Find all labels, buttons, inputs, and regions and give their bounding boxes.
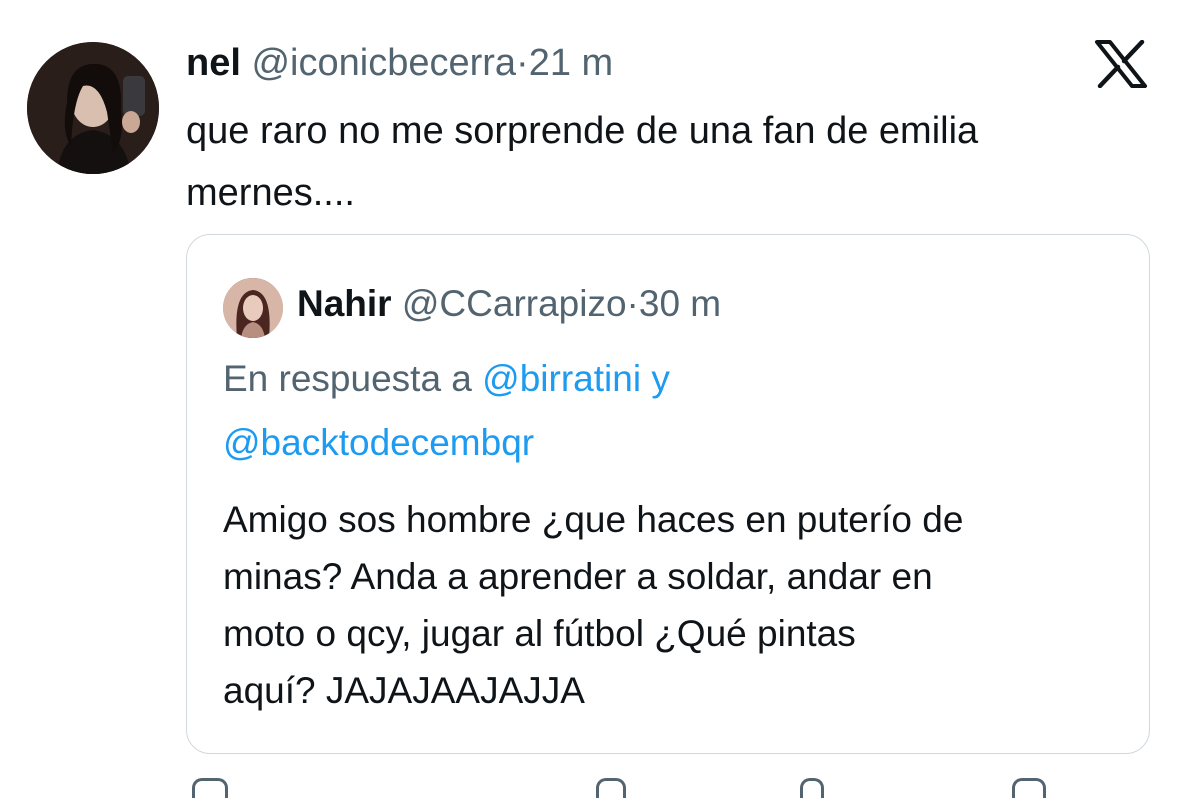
quoted-tweet-time[interactable]: 30 m: [639, 283, 721, 324]
quoted-author-handle[interactable]: @CCarrapizo: [402, 283, 627, 324]
quoted-text-line: Amigo sos hombre ¿que haces en puterío d…: [223, 499, 964, 540]
quoted-text-line: moto o qcy, jugar al fútbol ¿Qué pintas: [223, 613, 856, 654]
x-logo-icon[interactable]: [1094, 39, 1148, 89]
quoted-author-name[interactable]: Nahir: [297, 283, 392, 324]
reply-context: En respuesta a @birratini y @backtodecem…: [223, 347, 1123, 475]
quoted-text-line: aquí? JAJAJAAJAJJA: [223, 670, 585, 711]
reply-mention-link[interactable]: @backtodecembqr: [223, 422, 534, 463]
tweet-text-line: mernes....: [186, 172, 355, 214]
quoted-tweet-text: Amigo sos hombre ¿que haces en puterío d…: [223, 491, 1123, 719]
reply-mention-link[interactable]: @birratini: [482, 358, 641, 399]
share-icon[interactable]: [1012, 778, 1046, 798]
author-name[interactable]: nel: [186, 42, 241, 84]
quoted-text-line: minas? Anda a aprender a soldar, andar e…: [223, 556, 933, 597]
reply-conjunction: y: [651, 358, 670, 399]
quoted-author-avatar[interactable]: [223, 278, 283, 338]
tweet-time[interactable]: 21 m: [529, 42, 613, 84]
author-avatar[interactable]: [27, 42, 159, 174]
reply-prefix: En respuesta a: [223, 358, 472, 399]
author-handle[interactable]: @iconicbecerra: [251, 42, 516, 84]
like-icon[interactable]: [800, 778, 824, 798]
separator-dot: ·: [516, 42, 529, 84]
retweet-icon[interactable]: [596, 778, 626, 798]
tweet-header: nel @iconicbecerra·21 m: [186, 40, 613, 86]
tweet-text-line: que raro no me sorprende de una fan de e…: [186, 110, 979, 152]
separator-dot: ·: [626, 283, 639, 324]
tweet-actions: [186, 778, 1146, 798]
quoted-tweet-header: Nahir @CCarrapizo·30 m: [297, 281, 721, 327]
tweet-text: que raro no me sorprende de una fan de e…: [186, 100, 1086, 224]
reply-icon[interactable]: [192, 778, 228, 798]
quoted-tweet-card[interactable]: Nahir @CCarrapizo·30 m En respuesta a @b…: [186, 234, 1150, 754]
